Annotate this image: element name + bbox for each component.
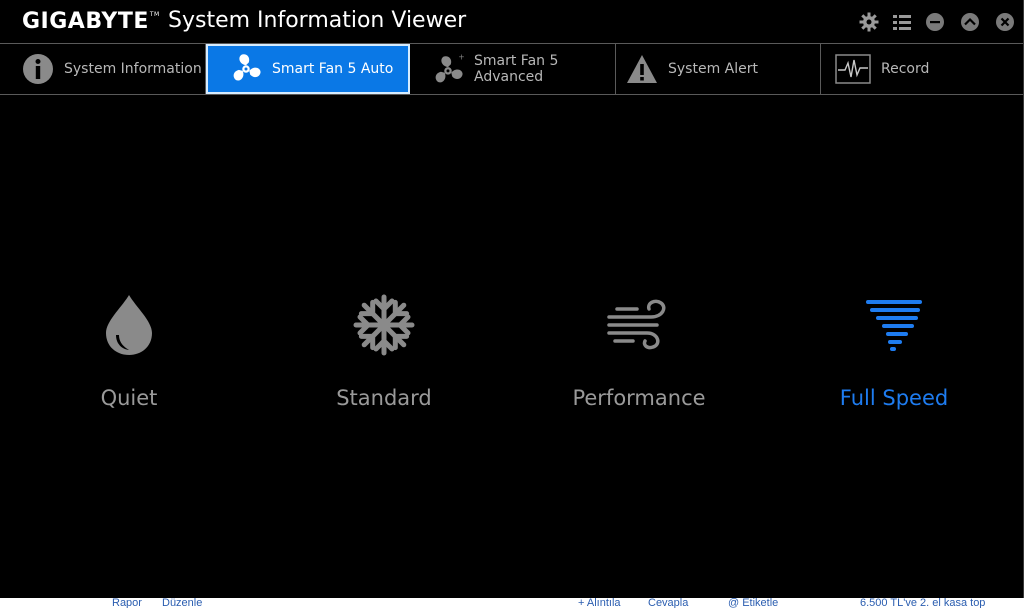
info-icon: [22, 53, 54, 85]
reply-link[interactable]: Cevapla: [648, 598, 688, 608]
tab-label: Smart Fan 5 Auto: [272, 61, 394, 77]
tab-system-information[interactable]: System Information: [0, 44, 206, 94]
title-bar[interactable]: GIGABYTETM System Information Viewer: [0, 0, 1023, 44]
brand-logo: GIGABYTETM: [22, 9, 160, 34]
close-icon[interactable]: [994, 11, 1016, 33]
edit-link[interactable]: Düzenle: [162, 598, 202, 608]
tab-smart-fan-5-advanced[interactable]: + Smart Fan 5 Advanced: [410, 44, 616, 94]
app-title: System Information Viewer: [168, 8, 467, 33]
quote-link[interactable]: + Alıntıla: [578, 598, 621, 608]
mode-performance[interactable]: Performance: [539, 290, 739, 410]
app-window: GIGABYTETM System Information Viewer Sys…: [0, 0, 1024, 598]
tab-record[interactable]: Record: [821, 44, 1023, 94]
collapse-icon[interactable]: [959, 11, 981, 33]
tag-link[interactable]: @ Etiketle: [728, 598, 778, 608]
settings-icon[interactable]: [858, 11, 880, 33]
wind-icon: [539, 290, 739, 360]
mode-label: Full Speed: [839, 386, 949, 410]
water-drop-icon: [29, 290, 229, 360]
mode-label: Quiet: [100, 386, 158, 410]
tab-system-alert[interactable]: System Alert: [616, 44, 821, 94]
tab-label: Smart Fan 5 Advanced: [474, 53, 559, 85]
mode-quiet[interactable]: Quiet: [29, 290, 229, 410]
tab-label: System Information: [64, 61, 202, 77]
snowflake-icon: [284, 290, 484, 360]
tornado-icon: [794, 290, 994, 360]
background-page-strip: Rapor Düzenle + Alıntıla Cevapla @ Etike…: [0, 598, 1025, 608]
thread-link[interactable]: 6.500 TL've 2. el kasa top: [860, 598, 985, 608]
tab-label: System Alert: [668, 61, 758, 77]
fan-icon: [230, 53, 262, 85]
mode-full-speed[interactable]: Full Speed: [794, 290, 994, 410]
tab-bar: System Information Smart Fan 5 Auto Smar…: [0, 43, 1023, 95]
mode-label: Standard: [336, 386, 432, 410]
tab-label: Record: [881, 61, 930, 77]
pulse-icon: [835, 53, 871, 85]
list-icon[interactable]: [891, 11, 913, 33]
warning-icon: [626, 53, 658, 85]
tab-smart-fan-5-auto[interactable]: Smart Fan 5 Auto: [206, 44, 410, 94]
svg-text:+: +: [458, 53, 464, 62]
fan-plus-icon: +: [432, 53, 464, 85]
mode-label: Performance: [572, 386, 706, 410]
report-link[interactable]: Rapor: [112, 598, 142, 608]
mode-standard[interactable]: Standard: [284, 290, 484, 410]
fan-mode-panel: Quiet Standard Performance Full Speed: [0, 94, 1023, 598]
minimize-icon[interactable]: [924, 11, 946, 33]
